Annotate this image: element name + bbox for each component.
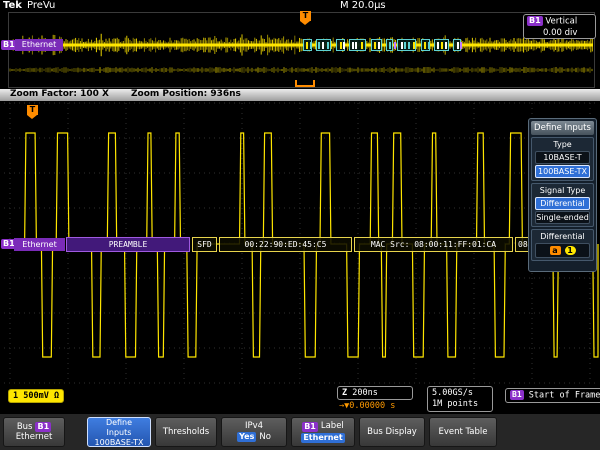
bus-button-title: Bus [17,423,33,432]
thresholds-label: Thresholds [156,428,216,437]
type-group: Type 10BASE-T 100BASE-TX [531,137,594,181]
zoom-status-bar: Zoom Factor: 100 X Zoom Position: 936ns [0,89,600,101]
trigger-position-value: 0.00000 s [349,401,395,411]
frame-status-badge: B1 Start of Frame [505,388,600,403]
decode-sfd-field: SFD [192,237,217,252]
event-table-label: Event Table [430,428,496,437]
differential-label: Differential [533,231,592,242]
define-inputs-menu: Define Inputs Type 10BASE-T 100BASE-TX S… [528,118,597,272]
decode-mac-dst-field: 00:22:90:ED:45:C5 [219,237,352,252]
bottom-menu-bar: BusB1 Ethernet Define Inputs 100BASE-TX … [0,414,600,450]
zoom-trigger-marker-icon[interactable]: T [27,105,38,115]
vertical-title: Vertical [545,17,577,27]
option-differential[interactable]: Differential [535,197,590,210]
channel-1-readout[interactable]: 1 500mV Ω [8,389,64,403]
bus-menu-button[interactable]: BusB1 Ethernet [3,417,65,447]
decode-bus-label: Ethernet [14,238,65,251]
vertical-bus-badge: B1 [527,16,543,26]
differential-source-group: Differential a1 [531,229,594,261]
signal-type-label: Signal Type [533,185,592,196]
zoom-scale-prefix: Z [342,388,347,398]
bus-button-badge: B1 [35,422,51,432]
signal-type-group: Signal Type Differential Single-ended [531,183,594,227]
type-label: Type [533,139,592,150]
zoom-factor-readout: Zoom Factor: 100 X [10,89,109,99]
bus-display-button[interactable]: Bus Display [359,417,425,447]
frame-bus-badge: B1 [510,390,524,400]
ipv4-title: IPv4 [222,422,286,431]
channel-number: 1 [13,391,18,401]
decode-mac-src-field: MAC Src: 08:00:11:FF:01:CA [354,237,513,252]
option-10base-t[interactable]: 10BASE-T [535,151,590,164]
label-bus-badge: B1 [302,422,318,432]
sample-rate: 5.00GS/s [432,388,488,399]
overview-bus-label: Ethernet [15,39,63,51]
zoom-scale-readout: Z 200ns [337,386,413,400]
option-single-ended[interactable]: Single-ended [535,211,590,224]
record-length: 1M points [432,399,488,410]
channel-scale: 500mV [23,391,49,401]
label-button[interactable]: B1Label Ethernet [291,417,355,447]
frame-status-label: Start of Frame [529,391,600,401]
source-a-badge: a [550,246,561,255]
label-value: Ethernet [301,433,344,443]
bus-button-value: Ethernet [4,433,64,442]
differential-source-button[interactable]: a1 [535,243,590,258]
decode-preamble-field: PREAMBLE [66,237,190,252]
zoom-scale-value: 200ns [352,388,378,398]
define-inputs-button[interactable]: Define Inputs 100BASE-TX [87,417,151,447]
define-value: 100BASE-TX [88,438,150,447]
zoom-window-indicator-icon[interactable] [295,80,315,87]
define-line2: Inputs [88,428,150,437]
define-line1: Define [88,418,150,427]
vertical-value: 0.00 div [527,28,592,39]
ipv4-button[interactable]: IPv4 YesNo [221,417,287,447]
oscilloscope-screen: Tek PreVu M 20.0µs B1 Ethernet T B1 Vert… [0,0,600,450]
ipv4-yes-option[interactable]: Yes [237,432,256,442]
trigger-flag-icon[interactable]: T [300,11,311,21]
overview-decoded-packets [0,39,600,51]
bus-display-label: Bus Display [360,428,424,437]
channel-coupling: Ω [54,391,59,401]
vertical-readout[interactable]: B1 Vertical 0.00 div [523,14,596,39]
acquisition-readout: 5.00GS/s 1M points [427,386,493,412]
trigger-position-readout: →▼0.00000 s [339,401,395,411]
menu-title: Define Inputs [531,121,594,135]
zoom-position-readout: Zoom Position: 936ns [131,89,241,99]
option-100base-tx[interactable]: 100BASE-TX [535,165,590,178]
ipv4-no-option[interactable]: No [259,433,271,442]
event-table-button[interactable]: Event Table [429,417,497,447]
thresholds-button[interactable]: Thresholds [155,417,217,447]
source-1-badge: 1 [565,246,576,255]
label-title: Label [321,422,344,431]
